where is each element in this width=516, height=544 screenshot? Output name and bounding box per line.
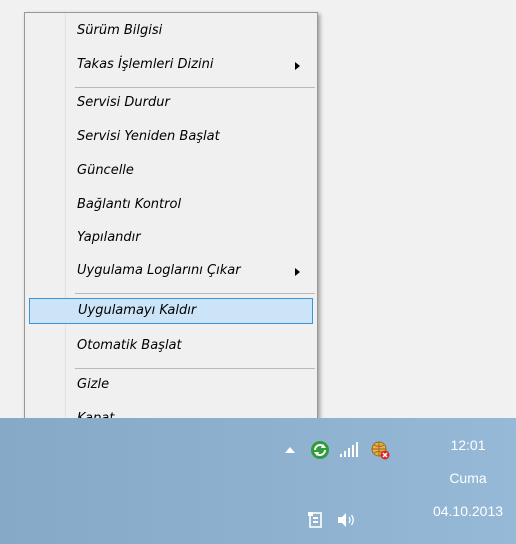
clock-date: 04.10.2013 [432,503,504,519]
menu-separator [75,293,315,294]
menu-item-label: Takas İşlemleri Dizini [77,57,214,72]
menu-item-label: Otomatik Başlat [77,338,182,353]
system-clock[interactable]: 12:01 Cuma 04.10.2013 [420,434,516,521]
menu-separator [75,87,315,88]
menu-item-label: Uygulamayı Kaldır [78,303,197,318]
menu-item-label: Uygulama Loglarını Çıkar [77,263,241,278]
menu-item-restart-service[interactable]: Servisi Yeniden Başlat [29,125,313,151]
menu-item-label: Sürüm Bilgisi [77,23,163,38]
tray-context-menu: Sürüm Bilgisi Takas İşlemleri Dizini Ser… [24,12,318,438]
action-center-icon[interactable] [306,510,326,530]
menu-item-version-info[interactable]: Sürüm Bilgisi [29,19,313,45]
menu-item-exchange-dir[interactable]: Takas İşlemleri Dizini [29,53,313,79]
clock-day: Cuma [449,470,487,486]
menu-item-label: Bağlantı Kontrol [77,197,182,212]
signal-bars-icon[interactable] [340,440,360,460]
notification-tray-row-2 [306,508,366,532]
network-error-icon[interactable] [370,440,390,460]
menu-item-uninstall[interactable]: Uygulamayı Kaldır [29,298,313,324]
clock-time: 12:01 [450,437,486,453]
show-hidden-icons-arrow-icon[interactable] [280,440,300,460]
notification-tray-row [280,438,400,462]
menu-item-connection-check[interactable]: Bağlantı Kontrol [29,193,313,219]
menu-item-label: Yapılandır [77,230,141,245]
menu-item-hide[interactable]: Gizle [29,373,313,399]
menu-item-update[interactable]: Güncelle [29,159,313,185]
menu-item-auto-start[interactable]: Otomatik Başlat [29,334,313,360]
submenu-arrow-icon [295,268,300,276]
menu-item-label: Servisi Durdur [77,95,170,110]
menu-item-label: Güncelle [77,163,134,178]
menu-item-configure[interactable]: Yapılandır [29,226,313,252]
menu-item-label: Gizle [77,377,110,392]
menu-item-label: Servisi Yeniden Başlat [77,129,220,144]
menu-separator [75,368,315,369]
sync-app-icon[interactable] [310,440,330,460]
submenu-arrow-icon [295,62,300,70]
menu-item-stop-service[interactable]: Servisi Durdur [29,91,313,117]
menu-item-export-logs[interactable]: Uygulama Loglarını Çıkar [29,259,313,285]
volume-icon[interactable] [336,510,356,530]
